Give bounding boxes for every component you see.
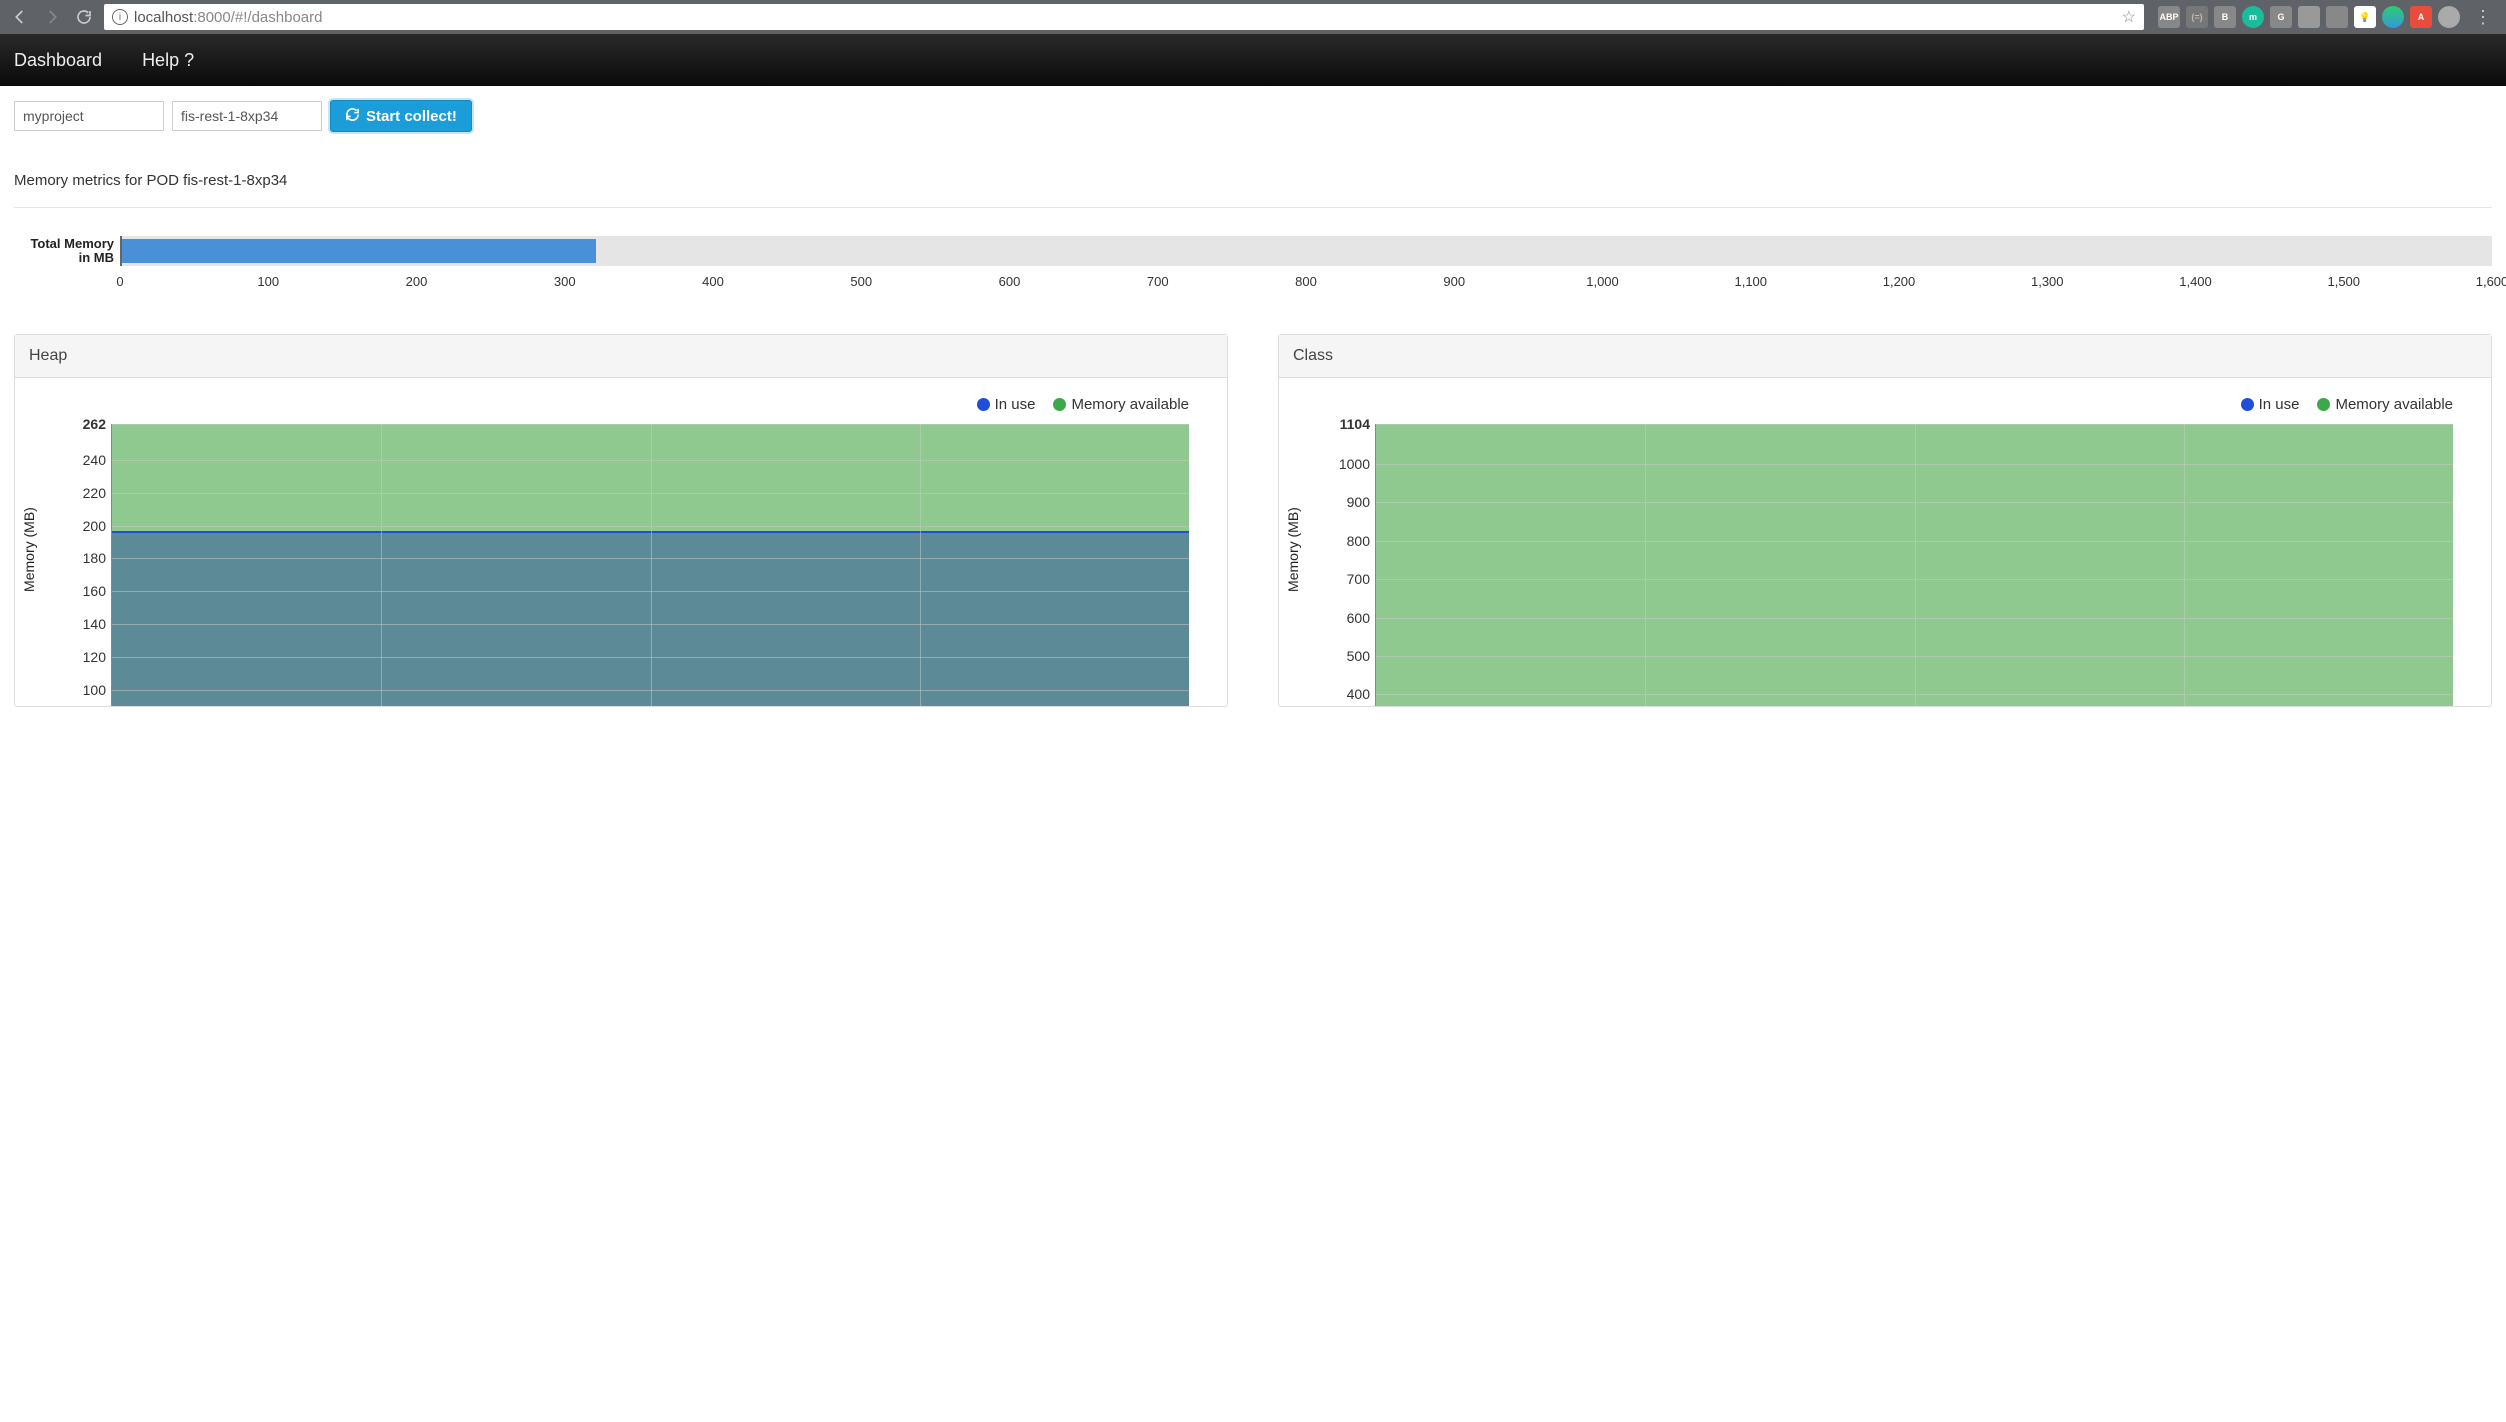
ytick: 120 — [52, 649, 112, 665]
heap-chart: In use Memory available Memory (MB) 1001… — [33, 396, 1209, 706]
heap-plot-area: 100120140160180200220240262 — [111, 424, 1189, 706]
ytick: 600 — [1316, 610, 1376, 626]
hbar-tick: 800 — [1295, 274, 1317, 289]
nav-dashboard[interactable]: Dashboard — [14, 50, 102, 71]
start-collect-label: Start collect! — [366, 108, 457, 125]
forward-icon[interactable] — [40, 5, 64, 29]
ytick: 400 — [1316, 686, 1376, 702]
ytick: 500 — [1316, 648, 1376, 664]
ytick: 262 — [52, 416, 112, 432]
heap-panel-title: Heap — [15, 335, 1227, 378]
star-icon[interactable]: ☆ — [2122, 7, 2136, 27]
navbar: Dashboard Help ? — [0, 34, 2506, 86]
ytick: 1000 — [1316, 456, 1376, 472]
ytick: 140 — [52, 616, 112, 632]
ytick: 240 — [52, 452, 112, 468]
hbar-tick: 900 — [1443, 274, 1465, 289]
hbar-tick: 1,000 — [1586, 274, 1619, 289]
hbar-tick: 1,500 — [2327, 274, 2360, 289]
ytick: 800 — [1316, 533, 1376, 549]
hbar-tick: 400 — [702, 274, 724, 289]
extension-row: ABP (=) B m G 💡 A — [2152, 6, 2460, 28]
extension-abp-icon[interactable]: ABP — [2158, 6, 2180, 28]
metrics-section: Memory metrics for POD fis-rest-1-8xp34 — [0, 142, 2506, 236]
ytick: 1104 — [1316, 416, 1376, 432]
project-select[interactable]: myproject — [14, 101, 164, 131]
extension-icon[interactable]: B — [2214, 6, 2236, 28]
legend-in-use: In use — [977, 396, 1036, 413]
hbar-tick: 1,100 — [1734, 274, 1767, 289]
class-legend: In use Memory available — [1297, 396, 2453, 413]
panels-row: Heap In use Memory available Memory (MB)… — [0, 334, 2506, 707]
legend-available: Memory available — [1053, 396, 1189, 413]
ytick: 220 — [52, 485, 112, 501]
refresh-icon — [345, 107, 360, 126]
legend-in-use: In use — [2241, 396, 2300, 413]
extension-icon[interactable] — [2438, 6, 2460, 28]
metrics-title: Memory metrics for POD fis-rest-1-8xp34 — [14, 172, 2492, 189]
hbar-track — [120, 236, 2492, 266]
hbar-category-label: Total Memoryin MB — [14, 237, 120, 266]
start-collect-button[interactable]: Start collect! — [330, 100, 472, 132]
hbar-tick: 300 — [554, 274, 576, 289]
extension-icon[interactable] — [2326, 6, 2348, 28]
extension-icon[interactable]: m — [2242, 6, 2264, 28]
heap-legend: In use Memory available — [33, 396, 1189, 413]
extension-icon[interactable] — [2298, 6, 2320, 28]
hbar-tick: 200 — [406, 274, 428, 289]
hbar-tick: 700 — [1147, 274, 1169, 289]
hbar-fill — [122, 239, 596, 263]
extension-icon[interactable]: 💡 — [2354, 6, 2376, 28]
pod-select[interactable]: fis-rest-1-8xp34 — [172, 101, 322, 131]
heap-panel: Heap In use Memory available Memory (MB)… — [14, 334, 1228, 707]
legend-swatch-blue — [2241, 398, 2254, 411]
legend-available: Memory available — [2317, 396, 2453, 413]
extension-icon[interactable]: (=) — [2186, 6, 2208, 28]
hbar-tick: 1,300 — [2031, 274, 2064, 289]
back-icon[interactable] — [8, 5, 32, 29]
hbar-tick: 600 — [999, 274, 1021, 289]
ytick: 180 — [52, 550, 112, 566]
hbar-tick: 500 — [850, 274, 872, 289]
url-text: localhost:8000/#!/dashboard — [134, 9, 2116, 26]
class-panel: Class In use Memory available Memory (MB… — [1278, 334, 2492, 707]
nav-help[interactable]: Help ? — [142, 50, 194, 71]
legend-swatch-green — [2317, 398, 2330, 411]
hbar-tick: 0 — [116, 274, 123, 289]
browser-chrome: i localhost:8000/#!/dashboard ☆ ABP (=) … — [0, 0, 2506, 34]
class-chart: In use Memory available Memory (MB) 4005… — [1297, 396, 2473, 706]
hbar-xaxis: 01002003004005006007008009001,0001,1001,… — [120, 266, 2492, 294]
ytick: 100 — [52, 682, 112, 698]
reload-icon[interactable] — [72, 5, 96, 29]
extension-icon[interactable] — [2382, 6, 2404, 28]
legend-swatch-green — [1053, 398, 1066, 411]
toolbar: myproject fis-rest-1-8xp34 Start collect… — [0, 86, 2506, 142]
hbar-tick: 100 — [257, 274, 279, 289]
extension-icon[interactable]: G — [2270, 6, 2292, 28]
divider — [14, 207, 2492, 208]
ytick: 700 — [1316, 571, 1376, 587]
hbar-tick: 1,600 — [2476, 274, 2506, 289]
total-memory-chart: Total Memoryin MB 0 100 200 300 400 500 600 700… — [0, 236, 2506, 334]
extension-angular-icon[interactable]: A — [2410, 6, 2432, 28]
class-plot-area: 40050060070080090010001104 — [1375, 424, 2453, 706]
info-icon: i — [112, 9, 128, 25]
class-panel-title: Class — [1279, 335, 2491, 378]
hbar-tick: 1,200 — [1883, 274, 1916, 289]
class-ylabel: Memory (MB) — [1285, 507, 1301, 592]
ytick: 200 — [52, 518, 112, 534]
heap-ylabel: Memory (MB) — [21, 507, 37, 592]
url-bar[interactable]: i localhost:8000/#!/dashboard ☆ — [104, 4, 2144, 30]
ytick: 160 — [52, 583, 112, 599]
hbar-tick: 1,400 — [2179, 274, 2212, 289]
legend-swatch-blue — [977, 398, 990, 411]
ytick: 900 — [1316, 494, 1376, 510]
menu-icon[interactable]: ⋮ — [2468, 7, 2498, 28]
